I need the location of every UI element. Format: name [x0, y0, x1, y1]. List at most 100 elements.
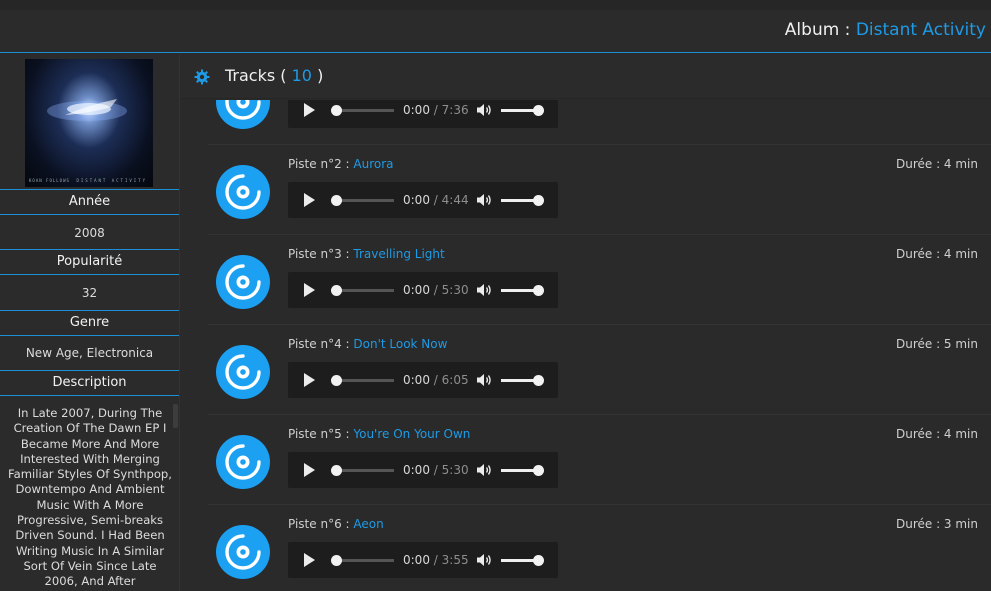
time-display: 0:00 / 3:55 — [403, 553, 469, 567]
volume-icon[interactable] — [476, 283, 492, 297]
track-name-link[interactable]: Don't Look Now — [353, 337, 447, 351]
gear-icon — [194, 69, 210, 85]
description-scrollbar[interactable] — [173, 404, 178, 428]
time-display: 0:00 / 4:44 — [403, 193, 469, 207]
track-title: Piste n°2 : Aurora — [288, 157, 394, 171]
tracks-open-paren: ( — [280, 66, 292, 85]
track-name-link[interactable]: You're On Your Own — [353, 427, 470, 441]
cover-caption-right: DISTANT ACTIVITY — [76, 178, 147, 183]
top-strip — [0, 0, 991, 10]
popularity-heading: Popularité — [0, 249, 179, 275]
disc-icon — [216, 435, 270, 489]
track-list[interactable]: 0:00 / 7:36 Piste n°2 : Aurora Durée : 4… — [200, 100, 991, 591]
album-header: Album : Distant Activity — [0, 10, 991, 53]
volume-icon[interactable] — [476, 463, 492, 477]
track-number-label: Piste n°4 : — [288, 337, 354, 351]
time-current: 0:00 — [403, 103, 430, 117]
track-row: Piste n°6 : Aeon Durée : 3 min 0:00 / 3:… — [200, 505, 991, 591]
play-button[interactable] — [304, 103, 315, 117]
play-button[interactable] — [304, 283, 315, 297]
time-total: / 7:36 — [433, 103, 469, 117]
play-button[interactable] — [304, 463, 315, 477]
volume-handle[interactable] — [533, 285, 544, 296]
time-total: / 3:55 — [433, 553, 469, 567]
volume-handle[interactable] — [533, 195, 544, 206]
disc-icon — [216, 255, 270, 309]
track-number-label: Piste n°3 : — [288, 247, 354, 261]
track-duration: Durée : 4 min — [895, 427, 978, 441]
album-title-prefix: Album : — [784, 20, 856, 40]
tracks-title: Tracks ( 10 ) — [225, 66, 323, 85]
track-row: Piste n°3 : Travelling Light Durée : 4 m… — [200, 235, 991, 325]
volume-handle[interactable] — [533, 105, 544, 116]
tracks-close-paren: ) — [311, 66, 324, 85]
time-current: 0:00 — [403, 373, 430, 387]
track-duration: Durée : 3 min — [895, 517, 978, 531]
seek-handle[interactable] — [331, 555, 342, 566]
album-sidebar: KOAN FOLLOWS DISTANT ACTIVITY Année 2008… — [0, 54, 180, 591]
volume-handle[interactable] — [533, 555, 544, 566]
track-duration: Durée : 5 min — [895, 337, 978, 351]
cover-caption-left: KOAN FOLLOWS — [29, 178, 70, 183]
audio-player: 0:00 / 3:55 — [288, 542, 558, 578]
seek-handle[interactable] — [331, 285, 342, 296]
volume-icon[interactable] — [476, 193, 492, 207]
time-total: / 4:44 — [433, 193, 469, 207]
disc-icon — [216, 165, 270, 219]
track-name-link[interactable]: Travelling Light — [353, 247, 444, 261]
tracks-title-label: Tracks — [225, 66, 276, 85]
audio-player: 0:00 / 7:36 — [288, 100, 558, 128]
seek-handle[interactable] — [331, 105, 342, 116]
year-heading: Année — [0, 189, 179, 215]
seek-handle[interactable] — [331, 375, 342, 386]
audio-player: 0:00 / 4:44 — [288, 182, 558, 218]
track-title: Piste n°5 : You're On Your Own — [288, 427, 470, 441]
time-total: / 5:30 — [433, 283, 469, 297]
track-row: 0:00 / 7:36 — [200, 100, 991, 145]
time-current: 0:00 — [403, 463, 430, 477]
volume-handle[interactable] — [533, 375, 544, 386]
play-button[interactable] — [304, 553, 315, 567]
tracks-header: Tracks ( 10 ) — [180, 54, 991, 99]
track-title: Piste n°3 : Travelling Light — [288, 247, 445, 261]
cover-art-glow — [47, 99, 127, 121]
time-display: 0:00 / 5:30 — [403, 283, 469, 297]
track-duration: Durée : 4 min — [895, 157, 978, 171]
volume-icon[interactable] — [476, 553, 492, 567]
track-name-link[interactable]: Aeon — [353, 517, 383, 531]
track-row: Piste n°2 : Aurora Durée : 4 min 0:00 / … — [200, 145, 991, 235]
time-current: 0:00 — [403, 553, 430, 567]
track-title: Piste n°6 : Aeon — [288, 517, 384, 531]
seek-handle[interactable] — [331, 465, 342, 476]
description-text: In Late 2007, During The Creation Of The… — [8, 406, 172, 589]
play-button[interactable] — [304, 373, 315, 387]
time-display: 0:00 / 6:05 — [403, 373, 469, 387]
track-number-label: Piste n°6 : — [288, 517, 354, 531]
track-duration: Durée : 4 min — [895, 247, 978, 261]
description-heading: Description — [0, 370, 179, 396]
tracks-count: 10 — [291, 66, 312, 85]
track-number-label: Piste n°2 : — [288, 157, 354, 171]
track-name-link[interactable]: Aurora — [353, 157, 393, 171]
album-name: Distant Activity — [855, 20, 986, 40]
volume-handle[interactable] — [533, 465, 544, 476]
time-display: 0:00 / 7:36 — [403, 103, 469, 117]
audio-player: 0:00 / 6:05 — [288, 362, 558, 398]
volume-icon[interactable] — [476, 103, 492, 117]
genre-heading: Genre — [0, 310, 179, 336]
track-row: Piste n°5 : You're On Your Own Durée : 4… — [200, 415, 991, 505]
play-button[interactable] — [304, 193, 315, 207]
disc-icon — [216, 345, 270, 399]
track-title: Piste n°4 : Don't Look Now — [288, 337, 447, 351]
time-current: 0:00 — [403, 283, 430, 297]
time-total: / 6:05 — [433, 373, 469, 387]
volume-icon[interactable] — [476, 373, 492, 387]
year-value: 2008 — [74, 226, 105, 240]
time-display: 0:00 / 5:30 — [403, 463, 469, 477]
genre-value: New Age, Electronica — [25, 346, 154, 360]
seek-handle[interactable] — [331, 195, 342, 206]
disc-icon — [216, 525, 270, 579]
track-row: Piste n°4 : Don't Look Now Durée : 5 min… — [200, 325, 991, 415]
audio-player: 0:00 / 5:30 — [288, 272, 558, 308]
album-cover: KOAN FOLLOWS DISTANT ACTIVITY — [25, 59, 153, 187]
